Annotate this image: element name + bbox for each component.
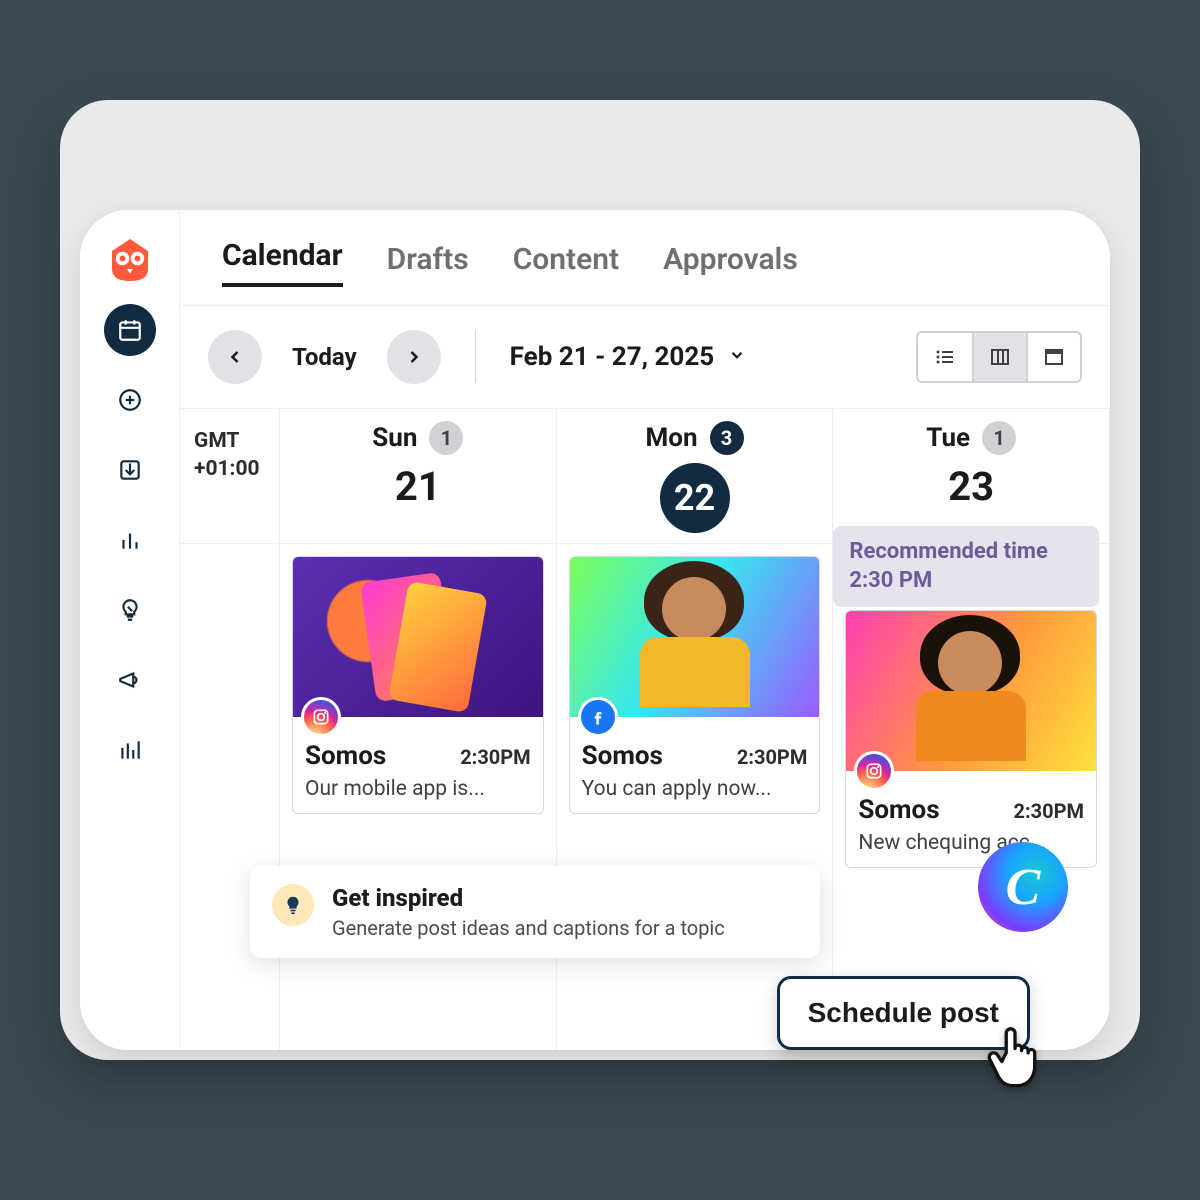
prev-button[interactable] [208, 330, 262, 384]
post-time: 2:30PM [460, 745, 530, 769]
sidebar-plus-icon[interactable] [104, 374, 156, 426]
post-thumbnail [846, 611, 1096, 771]
day-name: Mon [646, 423, 698, 453]
tab-content[interactable]: Content [513, 242, 619, 287]
next-button[interactable] [387, 330, 441, 384]
inspire-subtitle: Generate post ideas and captions for a t… [332, 916, 725, 940]
timezone-label: GMT+01:00 [180, 409, 280, 544]
cursor-pointer-icon [980, 1020, 1050, 1090]
canva-letter: C [1006, 858, 1041, 917]
post-account: Somos [305, 741, 386, 771]
post-thumbnail [570, 557, 820, 717]
instagram-icon [301, 697, 341, 737]
day-column-sun: Sun 1 21 [280, 409, 557, 544]
tab-approvals[interactable]: Approvals [663, 242, 798, 287]
day-column-tue: Tue 1 23 [833, 409, 1110, 544]
day-number: 23 [948, 463, 994, 510]
post-thumbnail [293, 557, 543, 717]
post-caption: You can apply now... [582, 777, 808, 801]
calendar-header: GMT+01:00 Sun 1 21 Mon 3 22 [180, 409, 1110, 544]
day-number: 21 [395, 463, 441, 510]
tabs: Calendar Drafts Content Approvals [180, 210, 1110, 287]
get-inspired-banner[interactable]: Get inspired Generate post ideas and cap… [250, 866, 820, 958]
recommended-time-tooltip: Recommended time2:30 PM [833, 526, 1099, 607]
post-account: Somos [858, 795, 939, 825]
day-name: Tue [926, 423, 970, 453]
brand-logo-owl-icon [104, 234, 156, 286]
view-columns-button[interactable] [972, 333, 1026, 381]
today-button[interactable]: Today [278, 343, 371, 371]
sidebar-calendar-icon[interactable] [104, 304, 156, 356]
view-switcher [916, 331, 1082, 383]
divider [475, 331, 476, 383]
day-column-mon: Mon 3 22 [557, 409, 834, 544]
post-card[interactable]: Somos 2:30PM You can apply now... [569, 556, 821, 814]
sidebar-analytics-icon[interactable] [104, 514, 156, 566]
day-slot-sun[interactable]: Somos 2:30PM Our mobile app is... [280, 544, 557, 1050]
calendar-body: Somos 2:30PM Our mobile app is... [180, 544, 1110, 1050]
post-card[interactable]: Somos 2:30PM New chequing acc... [845, 610, 1097, 868]
date-range-picker[interactable]: Feb 21 - 27, 2025 [510, 342, 747, 372]
view-month-button[interactable] [1026, 333, 1080, 381]
facebook-icon [578, 697, 618, 737]
inspire-title: Get inspired [332, 884, 725, 912]
chevron-down-icon [728, 346, 746, 369]
post-account: Somos [582, 741, 663, 771]
lightbulb-icon [272, 884, 314, 926]
sidebar-megaphone-icon[interactable] [104, 654, 156, 706]
post-time: 2:30PM [737, 745, 807, 769]
tab-drafts[interactable]: Drafts [387, 242, 469, 287]
sidebar-inbox-icon[interactable] [104, 444, 156, 496]
day-name: Sun [372, 423, 417, 453]
sidebar-lightbulb-icon[interactable] [104, 584, 156, 636]
day-number-today: 22 [660, 463, 730, 533]
toolbar: Today Feb 21 - 27, 2025 [180, 305, 1110, 409]
day-count-badge: 1 [429, 421, 463, 455]
post-caption: Our mobile app is... [305, 777, 531, 801]
tab-calendar[interactable]: Calendar [222, 238, 343, 287]
day-slot-tue[interactable]: Recommended time2:30 PM Somos [833, 544, 1110, 1050]
day-count-badge: 3 [710, 421, 744, 455]
date-range-text: Feb 21 - 27, 2025 [510, 342, 715, 372]
post-card[interactable]: Somos 2:30PM Our mobile app is... [292, 556, 544, 814]
view-list-button[interactable] [918, 333, 972, 381]
sidebar [80, 210, 180, 1050]
day-count-badge: 1 [982, 421, 1016, 455]
sidebar-bars-icon[interactable] [104, 724, 156, 776]
canva-button[interactable]: C [978, 842, 1068, 932]
day-slot-mon[interactable]: Somos 2:30PM You can apply now... [557, 544, 834, 1050]
post-time: 2:30PM [1014, 799, 1084, 823]
